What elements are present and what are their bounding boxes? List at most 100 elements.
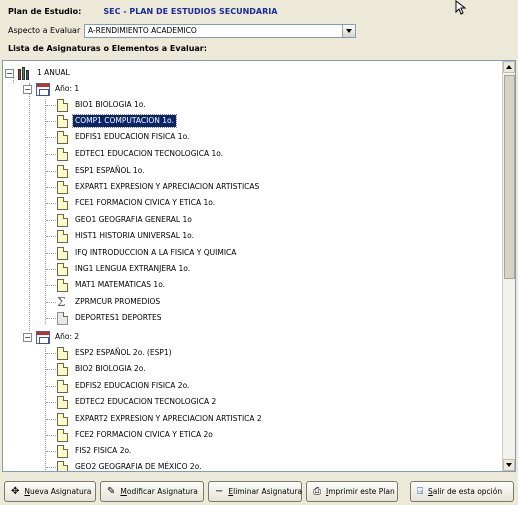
collapse-button[interactable]: − bbox=[23, 332, 32, 342]
list-item[interactable]: IFQ INTRODUCCION A LA FISICA Y QUIMICA bbox=[57, 245, 238, 261]
document-icon bbox=[57, 412, 68, 426]
document-icon bbox=[57, 460, 68, 471]
chevron-down-icon bbox=[346, 29, 352, 33]
scroll-down-button[interactable] bbox=[503, 459, 515, 471]
document-icon bbox=[57, 130, 68, 144]
aspect-label: Aspecto a Evaluar bbox=[8, 26, 81, 35]
list-item[interactable]: ING1 LENGUA EXTRANJERA 1o. bbox=[57, 261, 192, 277]
list-item[interactable]: MAT1 MATEMATICAS 1o. bbox=[57, 277, 167, 293]
print-plan-label: Imprimir este Plan bbox=[326, 487, 395, 496]
list-item[interactable]: COMP1 COMPUTACION 1o. bbox=[57, 113, 177, 129]
list-item-label: EDTEC2 EDUCACION TECNOLOGICA 2 bbox=[75, 397, 217, 406]
plan-row: Plan de Estudio: SEC - PLAN DE ESTUDIOS … bbox=[8, 7, 277, 16]
plan-value: SEC - PLAN DE ESTUDIOS SECUNDARIA bbox=[103, 7, 278, 16]
plan-label: Plan de Estudio: bbox=[8, 7, 82, 16]
exit-button[interactable]: ⍈ Salir de esta opción bbox=[410, 481, 514, 502]
list-label-row: Lista de Asignaturas o Elementos a Evalu… bbox=[8, 44, 207, 53]
list-item-label: IFQ INTRODUCCION A LA FISICA Y QUIMICA bbox=[75, 248, 237, 257]
document-icon bbox=[57, 311, 68, 325]
tree-root-label: 1 ANUAL bbox=[37, 68, 70, 77]
collapse-button[interactable]: − bbox=[23, 84, 32, 94]
list-item[interactable]: ESP1 ESPAÑOL 1o. bbox=[57, 163, 147, 179]
new-subject-button[interactable]: ✥ Nueva Asignatura bbox=[4, 481, 96, 502]
action-bar: ✥ Nueva Asignatura ✎ Modificar Asignatur… bbox=[0, 479, 518, 505]
list-item-label: FCE2 FORMACION CIVICA Y ETICA 2o bbox=[75, 430, 213, 439]
list-item[interactable]: FCE2 FORMACION CIVICA Y ETICA 2o bbox=[57, 427, 215, 443]
collapse-button[interactable]: − bbox=[5, 68, 14, 78]
list-item-label: EDFIS2 EDUCACION FISICA 2o. bbox=[75, 381, 190, 390]
list-item-label: BIO2 BIOLOGIA 2o. bbox=[75, 364, 146, 373]
move-cross-icon: ✥ bbox=[11, 485, 20, 497]
document-icon bbox=[57, 180, 68, 194]
books-icon bbox=[18, 66, 32, 80]
tree-root[interactable]: − 1 ANUAL bbox=[5, 65, 72, 81]
list-item-label-selected: COMP1 COMPUTACION 1o. bbox=[72, 114, 177, 128]
list-item[interactable]: GEO2 GEOGRAFIA DE MÉXICO 2o. bbox=[57, 459, 204, 471]
pencil-icon: ✎ bbox=[107, 485, 116, 497]
list-item[interactable]: FIS2 FISICA 2o. bbox=[57, 443, 133, 459]
calendar-icon bbox=[36, 330, 50, 344]
document-icon bbox=[57, 114, 68, 128]
document-icon bbox=[57, 444, 68, 458]
mouse-cursor-icon bbox=[455, 0, 467, 15]
exit-label: Salir de esta opción bbox=[428, 487, 503, 496]
aspect-select[interactable]: A-RENDIMIENTO ACADEMICO bbox=[84, 24, 356, 38]
list-item-label: DEPORTES1 DEPORTES bbox=[75, 313, 162, 322]
list-item-label: BIO1 BIOLOGIA 1o. bbox=[75, 100, 146, 109]
list-item[interactable]: EDFIS1 EDUCACION FISICA 1o. bbox=[57, 129, 191, 145]
list-item-label: ESP2 ESPAÑOL 2o. (ESP1) bbox=[75, 348, 172, 357]
list-item-label: FIS2 FISICA 2o. bbox=[75, 446, 132, 455]
document-icon bbox=[57, 196, 68, 210]
list-item[interactable]: FCE1 FORMACION CIVICA Y ETICA 1o. bbox=[57, 195, 217, 211]
list-item[interactable]: HIST1 HISTORIA UNIVERSAL 1o. bbox=[57, 228, 196, 244]
list-item[interactable]: GEO1 GEOGRAFIA GENERAL 1o bbox=[57, 212, 194, 228]
aspect-select-value: A-RENDIMIENTO ACADEMICO bbox=[88, 26, 197, 35]
print-plan-button[interactable]: ⎙ Imprimir este Plan bbox=[306, 481, 398, 502]
document-icon bbox=[57, 379, 68, 393]
document-icon bbox=[57, 395, 68, 409]
list-item[interactable]: BIO2 BIOLOGIA 2o. bbox=[57, 361, 148, 377]
tree-line bbox=[45, 99, 46, 324]
list-item-label: GEO2 GEOGRAFIA DE MÉXICO 2o. bbox=[75, 462, 202, 471]
modify-subject-label: Modificar Asignatura bbox=[120, 487, 198, 496]
list-item-label: GEO1 GEOGRAFIA GENERAL 1o bbox=[75, 215, 192, 224]
new-subject-label: Nueva Asignatura bbox=[24, 487, 92, 496]
year-2-label: Año: 2 bbox=[55, 332, 80, 341]
scroll-up-button[interactable] bbox=[503, 61, 515, 73]
subjects-tree[interactable]: − 1 ANUAL − Año: 1 BIO1 BIOLOGIA 1o. COM… bbox=[2, 60, 516, 472]
tree-year-1[interactable]: − Año: 1 bbox=[23, 81, 81, 97]
list-item-label: EDFIS1 EDUCACION FISICA 1o. bbox=[75, 132, 190, 141]
list-item-label: ING1 LENGUA EXTRANJERA 1o. bbox=[75, 264, 191, 273]
document-icon bbox=[57, 346, 68, 360]
list-item[interactable]: Σ ZPRMCUR PROMEDIOS bbox=[57, 294, 162, 310]
list-item[interactable]: EXPART1 EXPRESION Y APRECIACION ARTISTIC… bbox=[57, 179, 261, 195]
tree-year-2[interactable]: − Año: 2 bbox=[23, 329, 81, 345]
aspect-row: Aspecto a Evaluar bbox=[8, 26, 88, 35]
list-item[interactable]: DEPORTES1 DEPORTES bbox=[57, 310, 164, 326]
list-item-label: MAT1 MATEMATICAS 1o. bbox=[75, 280, 166, 289]
modify-subject-button[interactable]: ✎ Modificar Asignatura bbox=[100, 481, 204, 502]
list-item[interactable]: EDFIS2 EDUCACION FISICA 2o. bbox=[57, 378, 191, 394]
list-item[interactable]: EDTEC1 EDUCACION TECNOLOGICA 1o. bbox=[57, 146, 225, 162]
document-icon bbox=[57, 262, 68, 276]
tree-line bbox=[29, 83, 30, 331]
document-icon bbox=[57, 428, 68, 442]
document-icon bbox=[57, 98, 68, 112]
dropdown-arrow-button[interactable] bbox=[342, 25, 355, 37]
delete-subject-label: Eliminar Asignatura bbox=[228, 487, 303, 496]
list-item[interactable]: EXPART2 EXPRESION Y APRECIACION ARTISTIC… bbox=[57, 411, 264, 427]
list-label: Lista de Asignaturas o Elementos a Evalu… bbox=[8, 44, 207, 53]
list-item-label: HIST1 HISTORIA UNIVERSAL 1o. bbox=[75, 231, 194, 240]
list-item[interactable]: ESP2 ESPAÑOL 2o. (ESP1) bbox=[57, 345, 174, 361]
vertical-scrollbar[interactable] bbox=[502, 61, 515, 471]
document-icon bbox=[57, 246, 68, 260]
year-1-label: Año: 1 bbox=[55, 84, 80, 93]
document-icon bbox=[57, 147, 68, 161]
list-item[interactable]: BIO1 BIOLOGIA 1o. bbox=[57, 97, 148, 113]
scrollbar-thumb[interactable] bbox=[504, 75, 515, 279]
delete-subject-button[interactable]: − Eliminar Asignatura bbox=[208, 481, 302, 502]
document-icon bbox=[57, 213, 68, 227]
list-item[interactable]: EDTEC2 EDUCACION TECNOLOGICA 2 bbox=[57, 394, 218, 410]
minus-icon: − bbox=[215, 485, 224, 497]
document-icon bbox=[57, 164, 68, 178]
